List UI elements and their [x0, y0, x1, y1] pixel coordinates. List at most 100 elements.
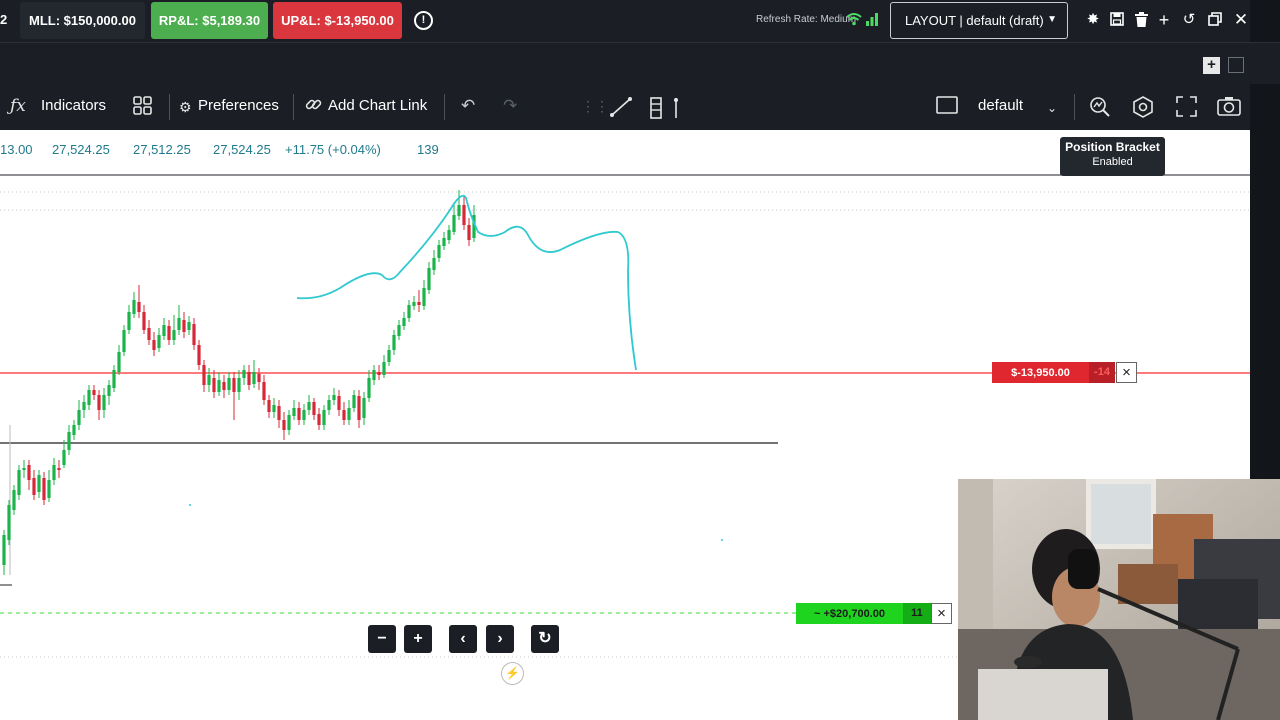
scroll-left-button[interactable]: ‹ — [449, 625, 477, 653]
candle-body — [377, 372, 381, 375]
candle-body — [262, 382, 266, 400]
tooltip-title: Position Bracket — [1065, 140, 1160, 154]
candle-body — [112, 370, 116, 388]
candle-body — [122, 330, 126, 352]
layout-dropdown[interactable]: LAYOUT | default (draft) ▼ — [890, 2, 1068, 39]
candle-body — [332, 395, 336, 400]
template-dropdown[interactable]: default — [978, 97, 1023, 114]
candlestick-series — [2, 190, 476, 575]
candle-body — [452, 215, 456, 232]
candle-body — [342, 410, 346, 420]
candle-body — [427, 268, 431, 290]
zoom-in-button[interactable]: + — [404, 625, 432, 653]
chevron-down-icon[interactable]: ⌄ — [1047, 98, 1057, 118]
drawing-annotation-line — [296, 194, 637, 371]
candle-body — [22, 468, 26, 470]
mll-badge: MLL: $150,000.00 — [20, 2, 145, 39]
close-icon[interactable]: × — [931, 603, 952, 624]
candle-body — [302, 410, 306, 420]
candle-body — [292, 408, 296, 416]
stop-order-qty: -14 — [1089, 362, 1115, 383]
chart-tabs-bar: + — [0, 42, 1280, 84]
candle-body — [147, 328, 151, 340]
delete-icon[interactable] — [1132, 12, 1150, 31]
link-icon — [305, 96, 322, 118]
candle-body — [92, 390, 96, 395]
drawing-dot — [189, 504, 191, 506]
candle-body — [102, 395, 106, 410]
candle-body — [182, 320, 186, 332]
position-bracket-tooltip: Position Bracket Enabled — [1060, 137, 1165, 176]
toolbar-divider — [169, 94, 170, 120]
candle-body — [222, 382, 226, 390]
redo-icon[interactable]: ↷ — [503, 96, 517, 116]
candle-body — [312, 402, 316, 415]
reset-chart-button[interactable]: ↻ — [531, 625, 559, 653]
candle-body — [437, 245, 441, 258]
grid-icon[interactable] — [133, 96, 152, 120]
window-square-icon[interactable] — [1228, 57, 1244, 73]
candle-body — [212, 378, 216, 392]
candle-body — [232, 378, 236, 392]
add-chart-link-button[interactable]: Add Chart Link — [328, 97, 427, 114]
candle-body — [327, 400, 331, 410]
candle-body — [457, 205, 461, 216]
left-edge-label: 2 — [0, 12, 8, 27]
candle-body — [307, 402, 311, 410]
target-order-badge[interactable]: ~ +$20,700.00 11 — [796, 603, 931, 624]
candle-body — [107, 385, 111, 396]
scroll-right-button[interactable]: › — [486, 625, 514, 653]
undo-icon[interactable]: ↶ — [461, 96, 475, 116]
preferences-button[interactable]: Preferences — [198, 97, 279, 114]
candle-body — [442, 238, 446, 246]
close-icon[interactable]: × — [1116, 362, 1137, 383]
candle-body — [237, 378, 241, 392]
rpl-badge: RP&L: $5,189.30 — [151, 2, 268, 39]
candle-body — [397, 325, 401, 336]
window-icon[interactable] — [1206, 12, 1224, 30]
add-icon[interactable]: + — [1155, 11, 1173, 29]
candle-body — [132, 300, 136, 314]
camera-icon[interactable] — [1217, 96, 1241, 121]
candle-body — [277, 406, 281, 420]
settings-icon[interactable] — [1132, 96, 1154, 123]
zoom-icon[interactable] — [1089, 96, 1111, 123]
chart-toolbar: ƒx Indicators ⚙ Preferences Add Chart Li… — [0, 84, 1250, 130]
function-icon[interactable]: ƒx — [10, 96, 26, 116]
candle-body — [467, 225, 471, 240]
line-tool-icon[interactable] — [609, 96, 633, 123]
candle-body — [12, 490, 16, 510]
candle-body — [192, 324, 196, 345]
checkbox-icon[interactable] — [936, 96, 958, 119]
close-icon[interactable]: ✕ — [1232, 11, 1250, 28]
candle-body — [97, 395, 101, 410]
signal-bars-icon — [866, 13, 878, 29]
drag-handle-icon[interactable]: ⋮⋮ — [581, 96, 609, 116]
candle-body — [42, 478, 46, 500]
alert-icon[interactable]: ! — [414, 11, 433, 30]
fullscreen-icon[interactable] — [1176, 96, 1197, 122]
candle-body — [142, 312, 146, 330]
stop-order-badge[interactable]: $-13,950.00 -14 — [992, 362, 1115, 383]
lightning-icon[interactable]: ⚡ — [501, 662, 524, 685]
candle-body — [137, 302, 141, 312]
candle-body — [127, 312, 131, 330]
indicators-button[interactable]: Indicators — [41, 97, 106, 114]
save-icon[interactable] — [1108, 12, 1126, 30]
candle-body — [432, 258, 436, 270]
webcam-overlay — [958, 479, 1280, 720]
candle-body — [57, 468, 61, 470]
reset-icon[interactable]: ↺ — [1180, 12, 1198, 28]
add-chart-icon[interactable]: + — [1203, 57, 1220, 74]
candle-body — [67, 432, 71, 450]
candle-body — [337, 396, 341, 410]
zoom-out-button[interactable]: − — [368, 625, 396, 653]
order-tool-icon[interactable] — [649, 96, 679, 125]
candle-body — [267, 400, 271, 412]
candle-body — [407, 305, 411, 318]
candle-body — [202, 365, 206, 385]
settings-icon[interactable]: ✸ — [1084, 12, 1102, 28]
candle-body — [352, 395, 356, 408]
candle-body — [52, 465, 56, 480]
candle-body — [392, 335, 396, 350]
